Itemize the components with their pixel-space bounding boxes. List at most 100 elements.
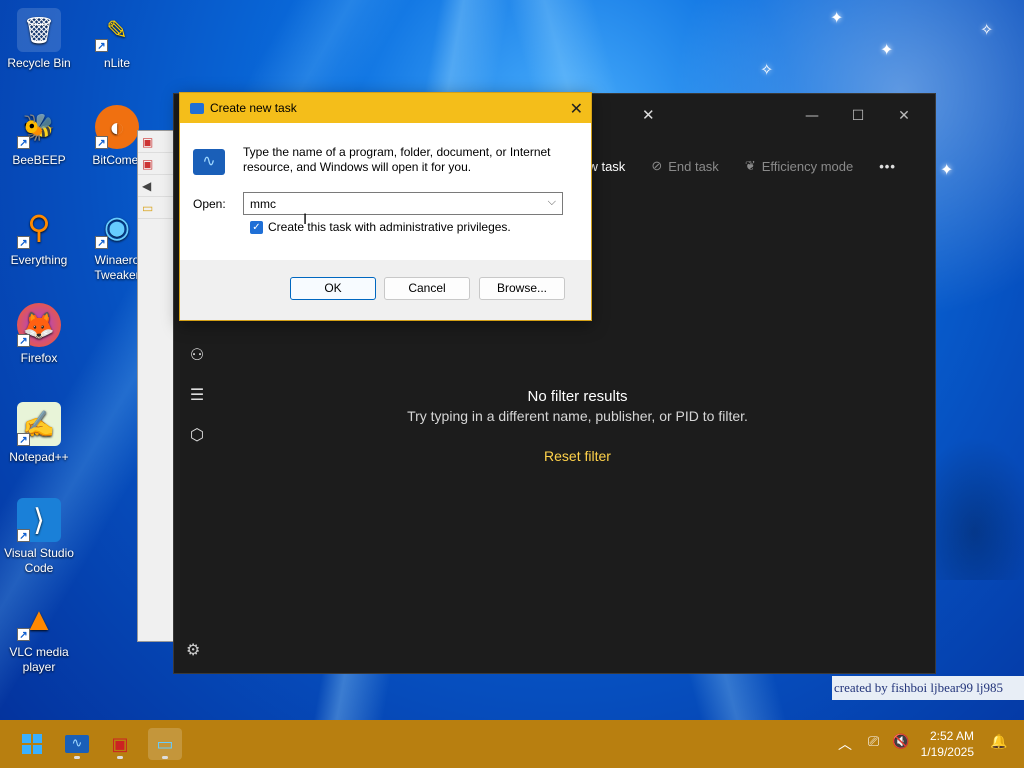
firefox-icon: 🦊 ↗ [17,303,61,347]
task-manager-toolbar: new task ⊘ End task ❦ Efficiency mode ••… [574,150,935,182]
empty-state: No filter results Try typing in a differ… [220,388,935,464]
shortcut-arrow-icon: ↗ [17,334,30,347]
nav-users-icon[interactable]: ⚇ [174,334,220,374]
empty-state-message: Try typing in a different name, publishe… [407,408,748,424]
shortcut-arrow-icon: ↗ [95,39,108,52]
taskbar-task-manager[interactable]: ∿ [60,728,94,760]
winaero-icon: ◉ ↗ [95,205,139,249]
explorer-titlebar: ▣ [138,131,178,153]
end-task-button[interactable]: ⊘ End task [651,158,719,174]
cancel-button[interactable]: Cancel [384,277,470,300]
folder-icon: ▣ [142,134,154,149]
nav-details-icon[interactable]: ☰ [174,374,220,414]
settings-gear-icon[interactable]: ⚙ [186,640,200,659]
taskbar-run[interactable]: ▭ [148,728,182,760]
explorer-address: ▭ [138,197,178,219]
dialog-titlebar: Create new task ✕ [180,93,591,123]
shortcut-arrow-icon: ↗ [17,433,30,446]
desktop-icon-label: Everything [10,253,68,267]
task-manager-icon: ∿ [65,735,89,753]
task-manager-app-icon [190,102,204,114]
notification-bell-icon[interactable]: 🔔 [990,734,1007,750]
desktop-icon-label: BitComet [92,153,142,167]
checkbox-checked-icon[interactable]: ✓ [250,220,263,234]
chevron-up-icon[interactable]: ︿ [838,734,852,754]
run-icon: ∿ [193,149,225,175]
minimize-icon[interactable]: — [789,108,835,124]
desktop-icon-label: VLC media player [9,645,69,674]
desktop-icon-label: BeeBEEP [12,153,66,167]
shortcut-arrow-icon: ↗ [17,236,30,249]
taskbar-explorer[interactable]: ▣ [103,728,137,760]
shortcut-arrow-icon: ↗ [95,236,108,249]
desktop-icon-nlite[interactable]: ✎ ↗ nLite [79,8,155,71]
wallpaper-credit: created by fishboi ljbear99 lj985 [832,676,1024,700]
system-tray: ︿ ⎚ 🔇 2:52 AM 1/19/2025 🔔 [824,720,1024,768]
shortcut-arrow-icon: ↗ [17,529,30,542]
sparkle: ✧ [760,60,774,79]
clock-time: 2:52 AM [929,729,974,743]
maximize-icon[interactable]: ☐ [835,108,881,124]
running-indicator [117,756,123,759]
desktop-icon-label: Recycle Bin [7,56,71,70]
nlite-icon: ✎ ↗ [95,8,139,52]
explorer-nav: ◀ [138,175,178,197]
desktop-icon-notepadpp[interactable]: ✍ ↗ Notepad++ [1,402,77,465]
leaf-icon: ❦ [744,158,756,173]
bee-icon: 🐝 ↗ [17,105,61,149]
desktop-icon-recycle-bin[interactable]: 🗑 Recycle Bin [1,8,77,71]
run-dialog-icon: ▭ [156,733,174,755]
chevron-down-icon[interactable]: ⌵ [548,196,556,209]
sparkle: ✦ [940,160,954,179]
start-button[interactable] [15,728,49,760]
vscode-icon: ⟩ ↗ [17,498,61,542]
magnifier-icon: ⚲ ↗ [17,205,61,249]
desktop-icon-beebeep[interactable]: 🐝 ↗ BeeBEEP [1,105,77,168]
desktop-icon-label: Firefox [20,351,58,365]
sparkle: ✦ [880,40,894,59]
folder-icon: ▭ [142,200,154,215]
open-label: Open: [193,197,226,211]
browse-button[interactable]: Browse... [479,277,565,300]
dialog-title: Create new task [210,101,297,115]
shortcut-arrow-icon: ↗ [17,136,30,149]
desktop-icon-label: Notepad++ [9,450,69,464]
desktop-icon-everything[interactable]: ⚲ ↗ Everything [1,205,77,268]
taskbar: ∿ ▣ ▭ ︿ ⎚ 🔇 2:52 AM 1/19/2025 🔔 [0,720,1024,768]
efficiency-mode-button[interactable]: ❦ Efficiency mode [745,158,853,174]
text-cursor-icon: I [303,212,308,228]
explorer-icon: ▣ [111,733,129,755]
end-task-label: End task [668,158,719,174]
block-icon: ⊘ [651,158,663,173]
dialog-message: Type the name of a program, folder, docu… [243,145,551,174]
open-input-value[interactable]: mmc [250,197,276,211]
notepadpp-icon: ✍ ↗ [17,402,61,446]
recycle-bin-icon: 🗑 [17,8,61,52]
desktop-icon-vscode[interactable]: ⟩ ↗ Visual Studio Code [1,498,77,576]
desktop-icon-firefox[interactable]: 🦊 ↗ Firefox [1,303,77,366]
desktop-icon-vlc[interactable]: ▲ ↗ VLC media player [1,597,77,675]
bitcomet-icon: ◐ ↗ [95,105,139,149]
close-icon[interactable]: ✕ [570,99,583,119]
create-new-task-dialog[interactable]: Create new task ✕ ∿ Type the name of a p… [179,92,592,321]
reset-filter-link[interactable]: Reset filter [544,448,611,464]
running-indicator [162,756,168,759]
admin-privileges-checkbox[interactable]: ✓ Create this task with administrative p… [250,220,511,234]
shortcut-arrow-icon: ↗ [17,628,30,641]
clock[interactable]: 2:52 AM 1/19/2025 [904,728,974,760]
network-icon[interactable]: ⎚ [868,734,879,750]
dialog-footer: OK Cancel Browse... [180,260,591,320]
shortcut-arrow-icon: ↗ [95,136,108,149]
windows-logo-icon [22,734,42,754]
explorer-menubar: ▣ [138,153,178,175]
more-options-button[interactable]: ••• [879,159,896,174]
running-indicator [74,756,80,759]
efficiency-mode-label: Efficiency mode [761,158,854,174]
search-clear-icon[interactable]: ✕ [642,106,655,124]
desktop-icon-label: Winaero Tweaker [94,253,140,282]
nav-services-icon[interactable]: ⬡ [174,414,220,454]
open-combobox[interactable]: mmc ⌵ [243,192,563,215]
ok-button[interactable]: OK [290,277,376,300]
back-arrow-icon[interactable]: ◀ [142,179,151,193]
close-icon[interactable]: ✕ [881,108,927,124]
